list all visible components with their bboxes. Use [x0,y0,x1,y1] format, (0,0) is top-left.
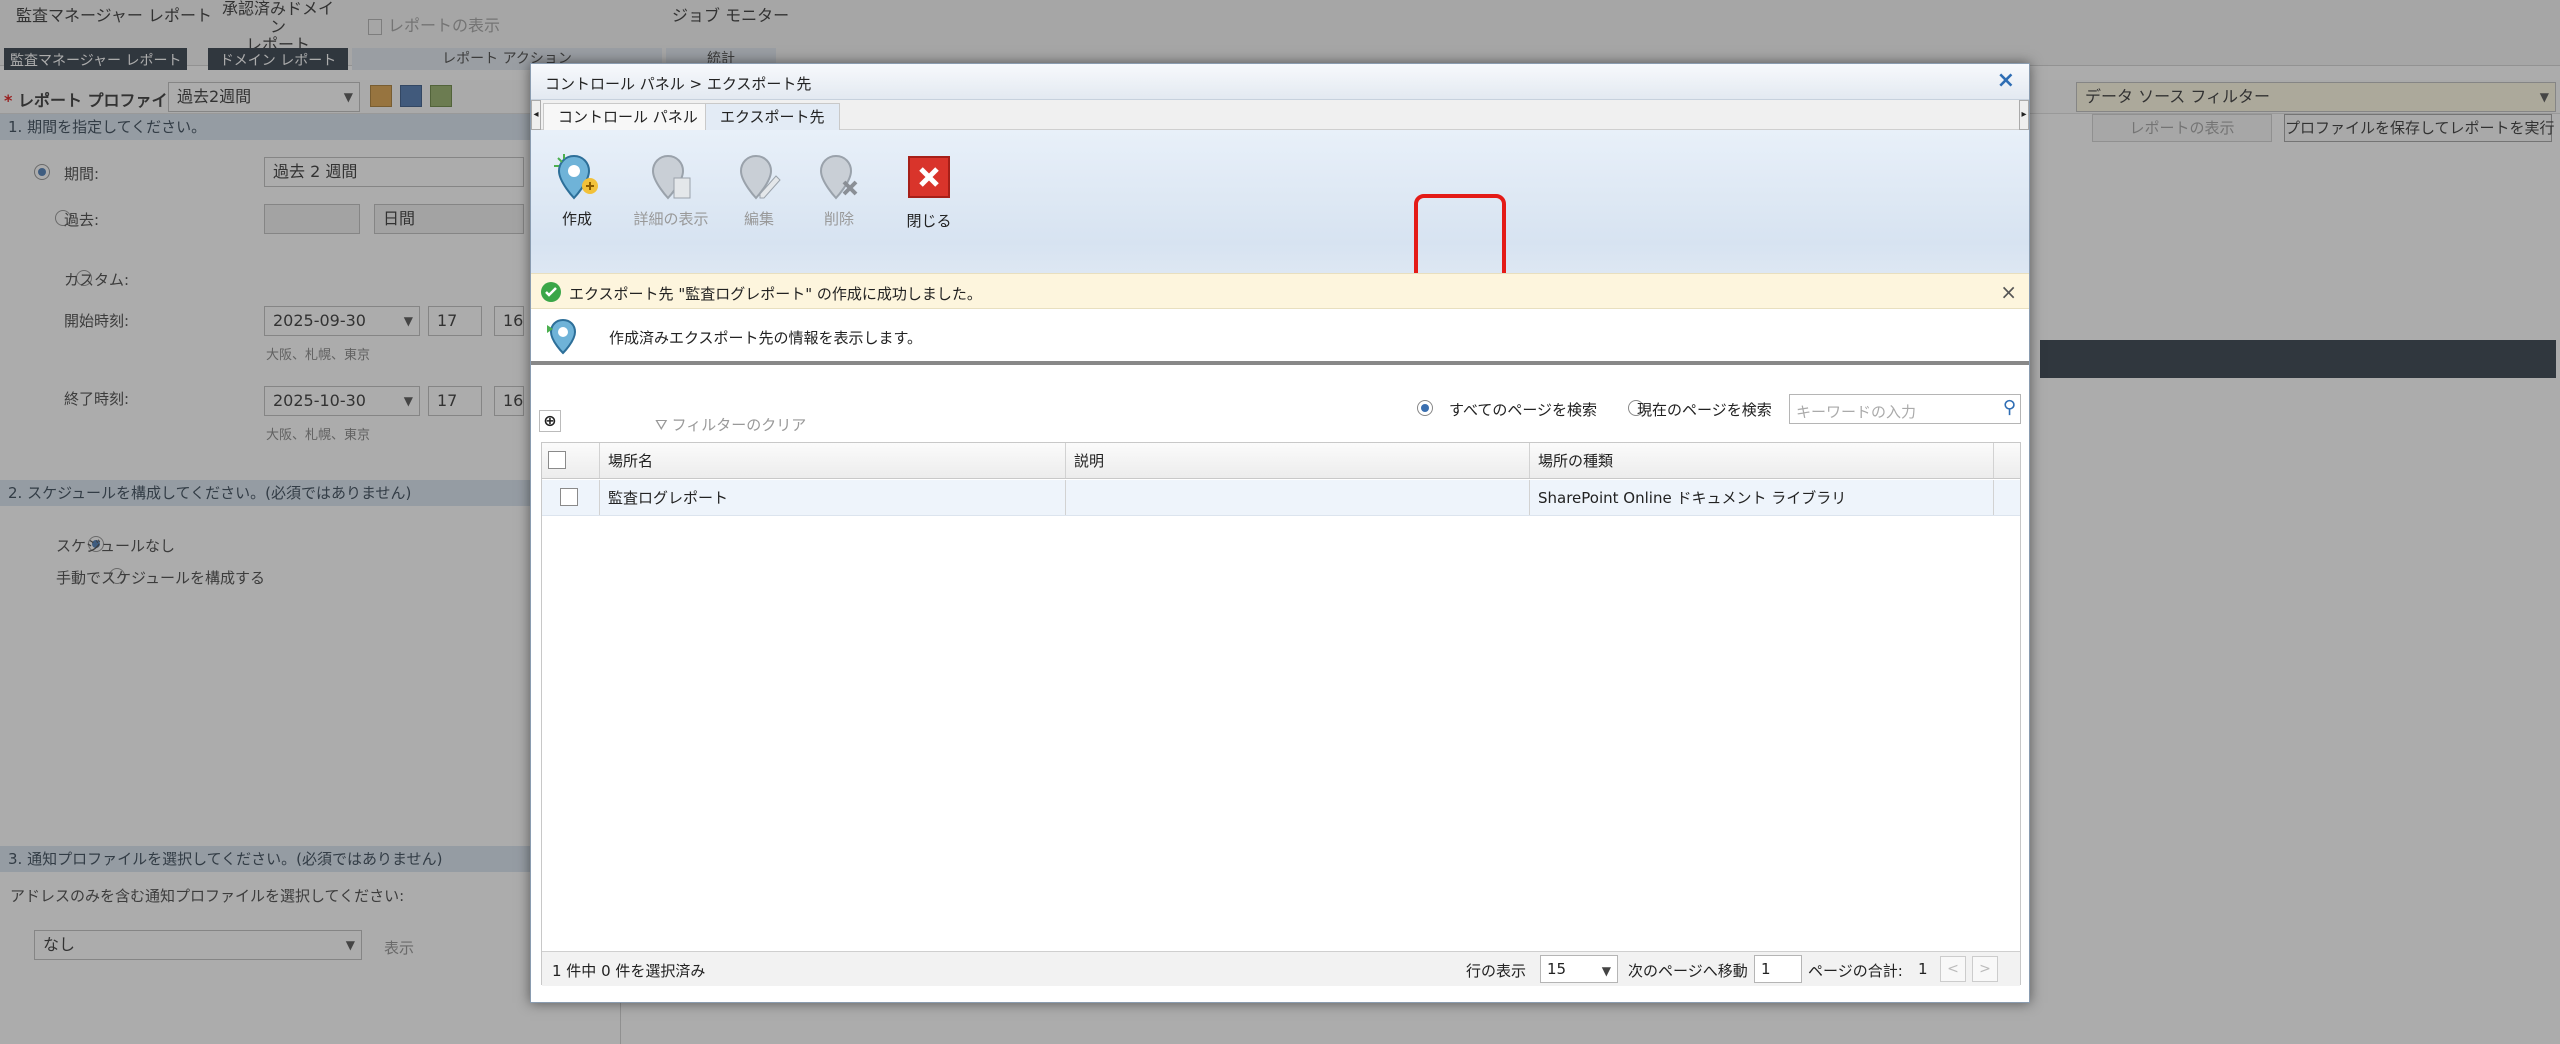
create-button[interactable]: 作成 [537,140,617,260]
export-destination-dialog: コントロール パネル > エクスポート先 × ◂ コントロール パネル エクスポ… [530,63,2030,1003]
table-row[interactable]: 監査ログレポート SharePoint Online ドキュメント ライブラリ [542,480,2020,516]
delete-button[interactable]: 削除 [799,140,879,260]
total-pages-label: ページの合計: [1808,962,1903,980]
check-circle-icon [541,282,561,302]
close-icon[interactable]: × [1997,68,2015,93]
view-details-button[interactable]: 詳細の表示 [621,140,721,260]
create-icon [552,152,602,202]
location-info-icon [545,317,585,357]
view-details-icon [646,152,696,202]
delete-icon [814,152,864,202]
scroll-right-icon[interactable]: ▸ [2019,100,2029,130]
row-type: SharePoint Online ドキュメント ライブラリ [1530,480,1994,515]
edit-button[interactable]: 編集 [719,140,799,260]
row-name: 監査ログレポート [600,480,1066,515]
edit-icon [734,152,784,202]
success-message: エクスポート先 "監査ログレポート" の作成に成功しました。 [569,285,982,303]
add-icon[interactable]: ⊕ [539,410,561,432]
info-bar: 作成済みエクスポート先の情報を表示します。 [531,309,2029,365]
grid-header: 場所名 説明 場所の種類 [542,443,2020,479]
search-icon[interactable]: ⚲ [2003,397,2016,418]
scroll-left-icon[interactable]: ◂ [531,100,541,130]
select-all-cell [542,443,600,478]
success-message-bar: エクスポート先 "監査ログレポート" の作成に成功しました。 × [531,273,2029,309]
selection-count: 1 件中 0 件を選択済み [552,962,706,980]
row-description [1066,480,1530,515]
close-button[interactable]: 閉じる [889,140,969,260]
column-header-name[interactable]: 場所名 [600,443,1066,478]
column-header-description[interactable]: 説明 [1066,443,1530,478]
tab-strip: ◂ コントロール パネル エクスポート先 ▸ [531,100,2029,130]
select-all-checkbox[interactable] [548,451,566,469]
chevron-down-icon: ▼ [1601,964,1611,978]
column-header-type[interactable]: 場所の種類 [1530,443,1994,478]
goto-page-input[interactable]: 1 [1754,955,1802,983]
row-checkbox[interactable] [560,488,578,506]
destinations-grid: 場所名 説明 場所の種類 監査ログレポート SharePoint Online … [541,442,2021,986]
search-all-radio[interactable] [1417,400,1433,416]
tab-control-panel[interactable]: コントロール パネル [543,103,713,130]
dialog-title: コントロール パネル > エクスポート先 [545,75,812,93]
row-checkbox-cell [542,480,600,515]
filter-icon: ⛛ [655,416,668,434]
prev-page-button[interactable]: < [1940,956,1966,982]
close-icon [908,156,950,198]
total-pages-value: 1 [1918,960,1928,978]
search-input[interactable]: キーワードの入力 ⚲ [1789,394,2021,424]
dismiss-icon[interactable]: × [2000,280,2017,304]
tab-export-destination[interactable]: エクスポート先 [705,103,840,130]
info-message: 作成済みエクスポート先の情報を表示します。 [609,329,923,347]
search-all-label: すべてのページを検索 [1449,401,1598,419]
clear-filter-button[interactable]: ⛛ フィルターのクリア [655,414,806,435]
grid-footer: 1 件中 0 件を選択済み 行の表示 15 ▼ 次のページへ移動 1 ページの合計… [542,951,2020,986]
dialog-titlebar: コントロール パネル > エクスポート先 × [531,64,2029,100]
search-current-label: 現在のページを検索 [1637,401,1772,419]
goto-label: 次のページへ移動 [1628,962,1748,980]
rows-label: 行の表示 [1466,962,1527,980]
next-page-button[interactable]: > [1972,956,1998,982]
rows-per-page-select[interactable]: 15 ▼ [1540,955,1618,983]
